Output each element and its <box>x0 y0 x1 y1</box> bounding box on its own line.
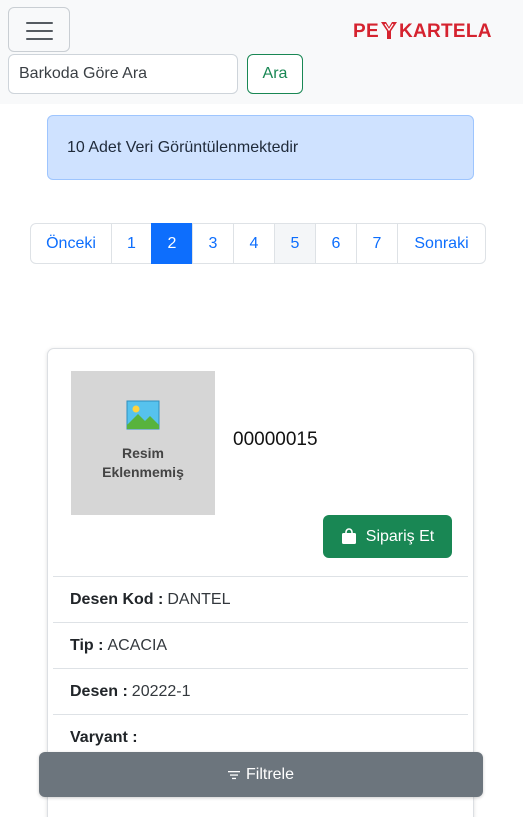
detail-row-desen-kod: Desen Kod : DANTEL <box>53 576 468 622</box>
order-button-label: Sipariş Et <box>365 527 435 545</box>
brand-y-logo-icon <box>380 22 397 39</box>
pagination-page-5[interactable]: 5 <box>274 223 316 264</box>
no-image-text: Resim Eklenmemiş <box>102 445 184 480</box>
pagination: Önceki 1 2 3 4 5 6 7 Sonraki <box>30 223 486 264</box>
filter-button-label: Filtrele <box>245 765 294 783</box>
pagination-previous[interactable]: Önceki <box>30 223 112 264</box>
brand-logo[interactable]: PE KARTELA <box>353 21 492 43</box>
detail-value: 20222-1 <box>131 682 191 700</box>
product-barcode: 00000015 <box>233 429 318 450</box>
brand-text-part2: KARTELA <box>398 21 492 42</box>
detail-value: DANTEL <box>167 590 231 608</box>
pagination-next[interactable]: Sonraki <box>397 223 486 264</box>
pagination-page-1[interactable]: 1 <box>111 223 152 264</box>
pagination-page-7[interactable]: 7 <box>356 223 398 264</box>
search-button[interactable]: Ara <box>247 54 303 94</box>
product-card: Resim Eklenmemiş 00000015 Sipariş Et Des… <box>47 348 474 817</box>
detail-row-tip: Tip : ACACIA <box>53 622 468 668</box>
image-icon <box>126 400 160 430</box>
product-image-placeholder: Resim Eklenmemiş <box>71 371 215 515</box>
hamburger-menu-button[interactable] <box>8 7 70 52</box>
result-count-alert: 10 Adet Veri Görüntülenmektedir <box>47 115 474 180</box>
pagination-page-6[interactable]: 6 <box>315 223 357 264</box>
menu-icon <box>26 22 53 24</box>
brand-text-part1: PE <box>353 21 379 42</box>
shopping-bag-icon <box>341 528 356 544</box>
detail-label: Desen Kod : <box>70 590 164 608</box>
menu-icon-bar <box>26 38 53 40</box>
pagination-page-2-active[interactable]: 2 <box>151 223 193 264</box>
detail-label: Tip : <box>70 636 104 654</box>
pagination-page-3[interactable]: 3 <box>192 223 234 264</box>
filter-icon <box>227 770 240 779</box>
menu-icon-bar <box>26 30 53 32</box>
navbar: PE KARTELA Ara <box>0 0 523 104</box>
detail-label: Varyant : <box>70 728 138 746</box>
detail-value: ACACIA <box>107 636 168 654</box>
result-count-text: 10 Adet Veri Görüntülenmektedir <box>67 138 299 156</box>
detail-row-desen: Desen : 20222-1 <box>53 668 468 714</box>
barcode-search-input[interactable] <box>8 54 238 94</box>
pagination-page-4[interactable]: 4 <box>233 223 275 264</box>
detail-label: Desen : <box>70 682 128 700</box>
order-button[interactable]: Sipariş Et <box>323 515 452 558</box>
filter-button[interactable]: Filtrele <box>39 752 483 797</box>
